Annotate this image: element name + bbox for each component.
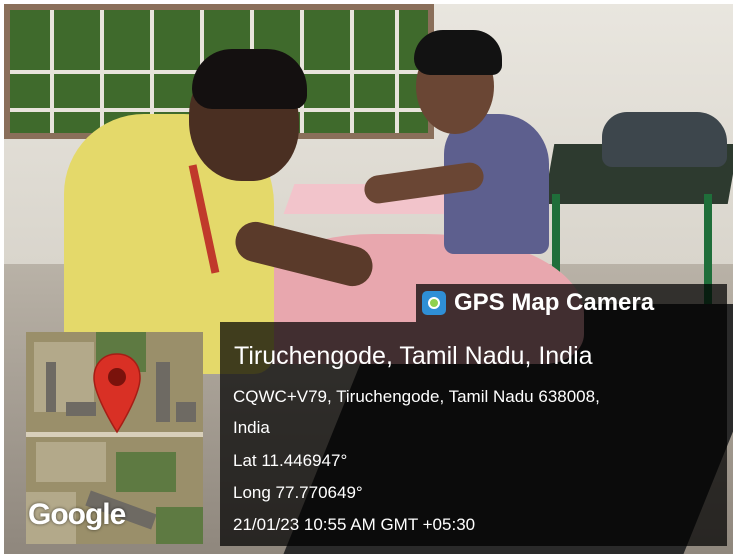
app-badge: GPS Map Camera <box>416 284 727 322</box>
person-right-hair <box>414 30 502 75</box>
latitude-text: Lat 11.446947° <box>233 451 348 470</box>
camera-lens-icon <box>422 291 446 315</box>
google-logo: Google <box>28 498 126 531</box>
address-line-1: CQWC+V79, Tiruchengode, Tamil Nadu 63800… <box>233 387 600 406</box>
map-pin-icon <box>93 353 141 434</box>
location-title: Tiruchengode, Tamil Nadu, India <box>234 342 593 370</box>
person-left-hair <box>192 49 307 109</box>
photo-frame: GPS Map Camera Google Tiruchengode, Tami… <box>4 4 733 554</box>
timestamp-text: 21/01/23 10:55 AM GMT +05:30 <box>233 515 476 534</box>
backpack <box>602 112 727 167</box>
address-line-2: India <box>233 418 270 437</box>
longitude-text: Long 77.770649° <box>233 483 363 502</box>
app-name: GPS Map Camera <box>454 289 655 316</box>
